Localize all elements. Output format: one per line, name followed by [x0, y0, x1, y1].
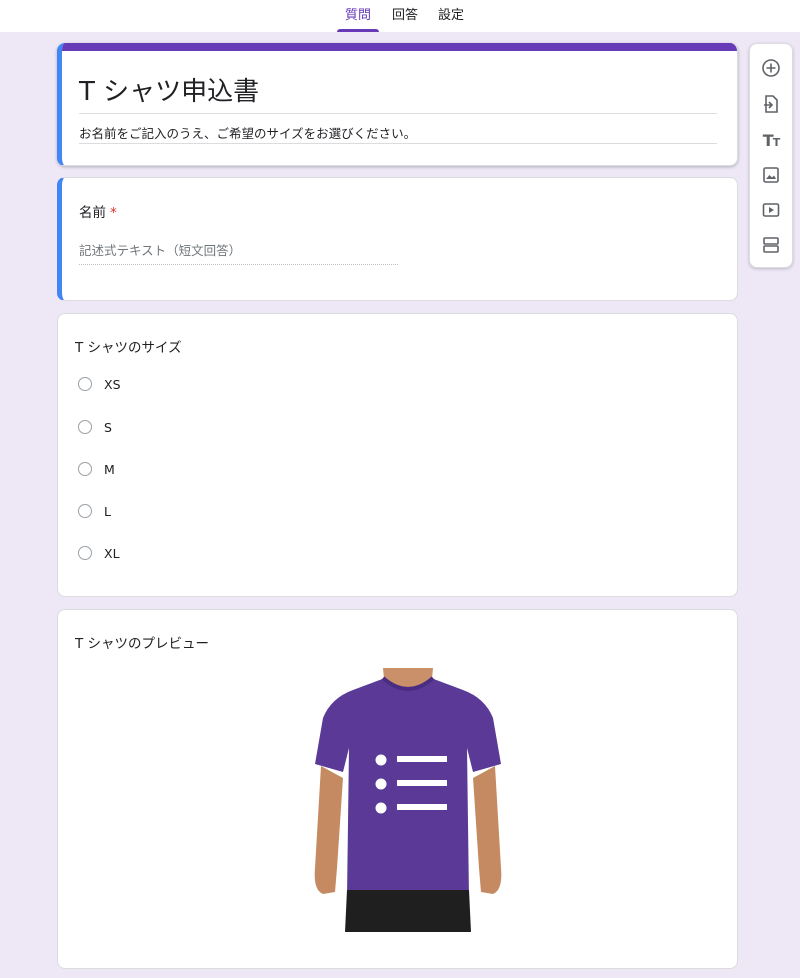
option-xl[interactable]: XL: [78, 543, 120, 563]
option-xs[interactable]: XS: [78, 374, 121, 394]
question-title-size: T シャツのサイズ: [75, 340, 182, 356]
option-m[interactable]: M: [78, 459, 115, 479]
radio-button[interactable]: [78, 420, 92, 434]
radio-button[interactable]: [78, 462, 92, 476]
title-accent-bar: [62, 43, 737, 51]
tab-settings[interactable]: 設定: [432, 0, 470, 32]
tshirt-preview-image: [314, 668, 502, 932]
tab-questions-label: 質問: [344, 8, 371, 23]
radio-button[interactable]: [78, 377, 92, 391]
question-title-text: 名前: [79, 205, 106, 221]
title-divider: [79, 113, 717, 114]
form-title[interactable]: T シャツ申込書: [79, 71, 259, 108]
short-answer-placeholder: 記述式テキスト（短文回答）: [79, 242, 398, 265]
option-label: XS: [104, 376, 121, 392]
size-question-card[interactable]: T シャツのサイズ XS S M L XL: [57, 313, 738, 597]
option-label: M: [104, 461, 115, 477]
floating-toolbar: TT: [749, 43, 793, 268]
preview-image-card[interactable]: T シャツのプレビュー: [57, 609, 738, 969]
tab-settings-label: 設定: [437, 8, 464, 23]
option-s[interactable]: S: [78, 417, 112, 437]
import-questions-icon[interactable]: [757, 90, 785, 118]
top-tab-bar: 質問 回答 設定: [0, 0, 800, 32]
add-title-icon[interactable]: TT: [757, 126, 785, 154]
add-image-icon[interactable]: [757, 161, 785, 189]
option-label: XL: [104, 545, 120, 561]
required-asterisk: *: [110, 205, 117, 221]
form-title-card[interactable]: T シャツ申込書 お名前をご記入のうえ、ご希望のサイズをお選びください。: [57, 43, 738, 166]
tab-responses[interactable]: 回答: [386, 0, 424, 32]
add-video-icon[interactable]: [757, 196, 785, 224]
option-label: L: [104, 503, 111, 519]
option-l[interactable]: L: [78, 501, 111, 521]
form-description[interactable]: お名前をご記入のうえ、ご希望のサイズをお選びください。: [79, 123, 416, 142]
tab-questions[interactable]: 質問: [337, 0, 379, 32]
add-question-icon[interactable]: [757, 54, 785, 82]
active-tab-indicator: [337, 29, 379, 32]
tab-responses-label: 回答: [391, 8, 418, 23]
radio-button[interactable]: [78, 546, 92, 560]
question-title-name: 名前 *: [79, 201, 117, 221]
preview-title: T シャツのプレビュー: [75, 636, 210, 652]
add-section-icon[interactable]: [757, 231, 785, 259]
option-label: S: [104, 419, 112, 435]
radio-button[interactable]: [78, 504, 92, 518]
name-question-card[interactable]: 名前 * 記述式テキスト（短文回答）: [57, 177, 738, 301]
description-divider: [79, 143, 717, 144]
